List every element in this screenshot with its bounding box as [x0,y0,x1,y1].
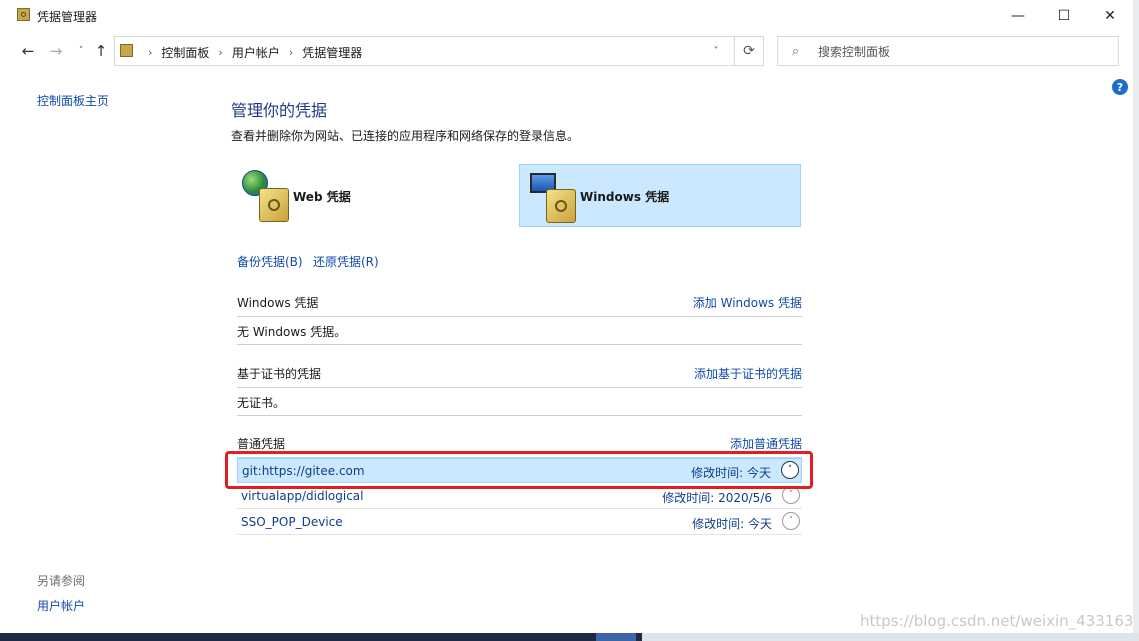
backup-credentials-link[interactable]: 备份凭据(B) [237,253,303,270]
credential-manager-window: 凭据管理器 — ☐ ✕ ← → ˅ ↑ › 控制面板 › 用户帐户 › 凭据管理… [0,0,1139,634]
credential-name: virtualapp/didlogical [241,489,364,503]
windows-credentials-tile[interactable]: Windows 凭据 [519,164,801,227]
annotation-highlight-box [225,451,813,489]
refresh-button[interactable]: ⟳ [734,36,764,66]
search-box[interactable]: ⌕ [777,36,1119,66]
empty-message: 无 Windows 凭据。 [237,325,347,339]
breadcrumb-item-credential-manager[interactable]: 凭据管理器 [302,44,362,61]
back-button[interactable]: ← [18,41,38,61]
certificate-credentials-list: 无证书。 [237,388,802,416]
page-description: 查看并删除你为网站、已连接的应用程序和网络保存的登录信息。 [231,129,580,143]
minimize-button[interactable]: — [995,0,1041,31]
page-title: 管理你的凭据 [231,101,328,120]
chevron-down-icon[interactable]: ˅ [707,43,725,59]
expand-icon[interactable]: ˅ [782,512,800,530]
section-title: Windows 凭据 [237,296,319,310]
safe-icon [546,189,576,223]
window-title: 凭据管理器 [37,10,98,24]
section-title: 基于证书的凭据 [237,367,322,381]
section-title: 普通凭据 [237,437,286,451]
search-input[interactable] [816,43,1110,61]
certificate-credentials-section-header: 基于证书的凭据 添加基于证书的凭据 [237,365,802,388]
breadcrumb: › 控制面板 › 用户帐户 › 凭据管理器 [139,44,362,61]
address-bar[interactable]: › 控制面板 › 用户帐户 › 凭据管理器 ˅ [114,36,764,66]
desktop-window-edge [596,633,636,641]
recent-locations-button[interactable]: ˅ [71,41,91,61]
add-windows-credential-link[interactable]: 添加 Windows 凭据 [693,294,802,311]
desktop-background [1133,0,1139,641]
search-icon: ⌕ [792,44,800,59]
web-credentials-tile[interactable]: Web 凭据 [237,166,507,226]
control-panel-home-link[interactable]: 控制面板主页 [37,92,109,109]
see-also-label: 另请参阅 [37,574,86,588]
restore-credentials-link[interactable]: 还原凭据(R) [313,253,379,270]
watermark: https://blog.csdn.net/weixin_43316300 [860,612,1139,630]
maximize-button[interactable]: ☐ [1041,0,1087,31]
control-panel-icon [120,44,133,57]
windows-credentials-label: Windows 凭据 [580,190,670,204]
breadcrumb-separator[interactable]: › [218,46,222,59]
add-generic-credential-link[interactable]: 添加普通凭据 [730,435,802,452]
windows-credentials-section-header: Windows 凭据 添加 Windows 凭据 [237,294,802,317]
windows-credentials-list: 无 Windows 凭据。 [237,317,802,345]
forward-button[interactable]: → [46,41,66,61]
up-button[interactable]: ↑ [91,41,111,61]
safe-icon [259,188,289,222]
breadcrumb-item-user-accounts[interactable]: 用户帐户 [232,44,280,61]
credential-modified: 修改时间: 今天 [692,517,772,531]
breadcrumb-separator: › [148,46,153,59]
credential-name: SSO_POP_Device [241,515,343,529]
empty-message: 无证书。 [237,396,286,410]
close-button[interactable]: ✕ [1087,0,1133,31]
breadcrumb-separator[interactable]: › [289,46,293,59]
credential-modified: 修改时间: 2020/5/6 [662,491,772,505]
breadcrumb-item-control-panel[interactable]: 控制面板 [161,44,209,61]
desktop-taskbar-edge [0,633,1139,641]
web-credentials-label: Web 凭据 [293,190,351,204]
user-accounts-link[interactable]: 用户帐户 [37,597,85,614]
desktop-window-edge [642,633,1139,641]
safe-icon [17,8,30,21]
help-icon[interactable]: ? [1112,79,1128,95]
title-bar: 凭据管理器 — ☐ ✕ [0,0,1133,31]
add-certificate-credential-link[interactable]: 添加基于证书的凭据 [694,365,802,382]
credential-row[interactable]: SSO_POP_Device 修改时间: 今天 ˅ [237,510,802,535]
